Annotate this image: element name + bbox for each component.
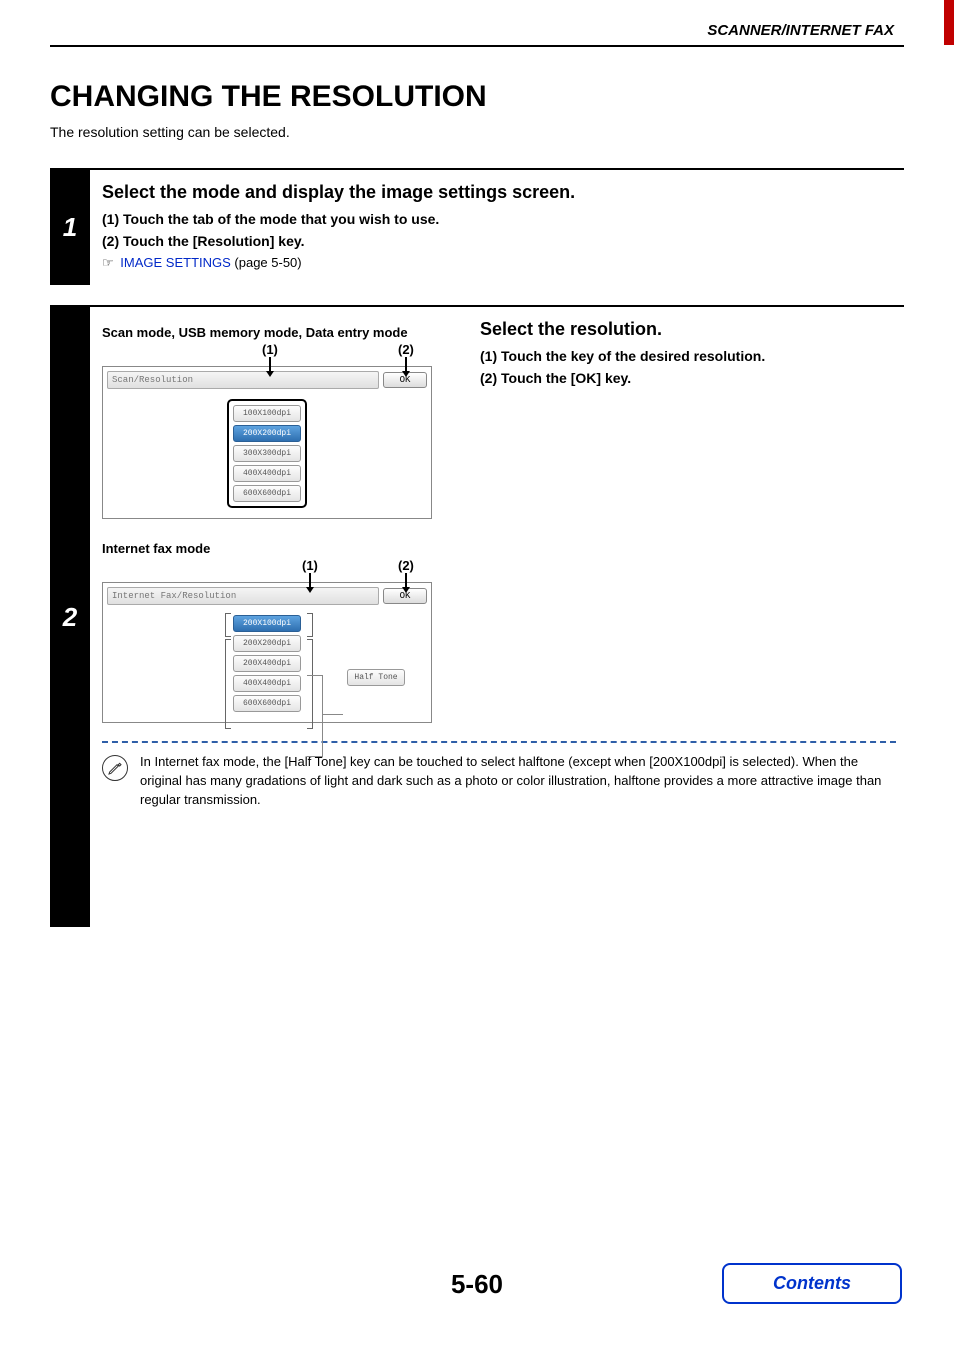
scan-resolution-list: 100X100dpi 200X200dpi 300X300dpi 400X400…: [227, 399, 307, 508]
scan-res-100[interactable]: 100X100dpi: [233, 405, 301, 422]
note-text: In Internet fax mode, the [Half Tone] ke…: [140, 753, 896, 810]
scan-mode-heading: Scan mode, USB memory mode, Data entry m…: [102, 325, 462, 340]
scan-res-200[interactable]: 200X200dpi: [233, 425, 301, 442]
scan-callout-2: (2): [398, 342, 414, 357]
ifax-res-200x400[interactable]: 200X400dpi: [233, 655, 301, 672]
note-divider: [102, 741, 896, 743]
step-2: 2 Scan mode, USB memory mode, Data entry…: [50, 305, 904, 927]
pointer-icon: ☞: [102, 255, 114, 270]
ifax-resolution-list: 200X100dpi 200X200dpi 200X400dpi 400X400…: [227, 615, 307, 712]
intro-text: The resolution setting can be selected.: [50, 124, 904, 140]
ifax-res-600x600[interactable]: 600X600dpi: [233, 695, 301, 712]
ifax-panel-title: Internet Fax/Resolution: [107, 587, 379, 605]
scan-panel-title: Scan/Resolution: [107, 371, 379, 389]
ifax-callout-1: (1): [302, 558, 318, 573]
step-1-number: 1: [50, 170, 90, 285]
step-2-title: Select the resolution.: [480, 319, 896, 340]
page-title: CHANGING THE RESOLUTION: [50, 80, 904, 114]
ifax-bracket-left: [225, 613, 231, 637]
step-2-sub2: (2) Touch the [OK] key.: [480, 370, 896, 386]
step-2-sub1: (1) Touch the key of the desired resolut…: [480, 348, 896, 364]
pencil-icon: [102, 755, 128, 781]
ifax-bracket-bottom-left: [225, 639, 231, 729]
halftone-connector: [307, 675, 323, 757]
side-tab: [944, 0, 954, 45]
scan-resolution-panel: Scan/Resolution OK 100X100dpi 200X200dpi…: [102, 366, 432, 519]
step-1: 1 Select the mode and display the image …: [50, 168, 904, 285]
ifax-res-400x400[interactable]: 400X400dpi: [233, 675, 301, 692]
ifax-resolution-panel: Internet Fax/Resolution OK 200X100dpi 20…: [102, 582, 432, 723]
halftone-stub: [323, 714, 343, 715]
image-settings-link[interactable]: IMAGE SETTINGS: [120, 255, 231, 270]
ifax-callout-2: (2): [398, 558, 414, 573]
halftone-button[interactable]: Half Tone: [347, 669, 405, 686]
note-row: In Internet fax mode, the [Half Tone] ke…: [102, 753, 896, 810]
ifax-res-200x200[interactable]: 200X200dpi: [233, 635, 301, 652]
contents-button[interactable]: Contents: [722, 1263, 902, 1304]
step-2-number: 2: [50, 307, 90, 927]
ifax-mode-heading: Internet fax mode: [102, 541, 462, 556]
step-1-title: Select the mode and display the image se…: [102, 182, 896, 203]
ifax-res-200x100[interactable]: 200X100dpi: [233, 615, 301, 632]
scan-res-300[interactable]: 300X300dpi: [233, 445, 301, 462]
ifax-bracket-right: [307, 613, 313, 637]
step-1-link-row: ☞ IMAGE SETTINGS (page 5-50): [102, 255, 896, 271]
step-1-sub2: (2) Touch the [Resolution] key.: [102, 233, 896, 249]
scan-callout-1: (1): [262, 342, 278, 357]
header-section: SCANNER/INTERNET FAX: [707, 22, 894, 39]
scan-res-600[interactable]: 600X600dpi: [233, 485, 301, 502]
step-1-sub1: (1) Touch the tab of the mode that you w…: [102, 211, 896, 227]
image-settings-pageref: (page 5-50): [231, 255, 302, 270]
scan-res-400[interactable]: 400X400dpi: [233, 465, 301, 482]
header-rule: [50, 45, 904, 47]
